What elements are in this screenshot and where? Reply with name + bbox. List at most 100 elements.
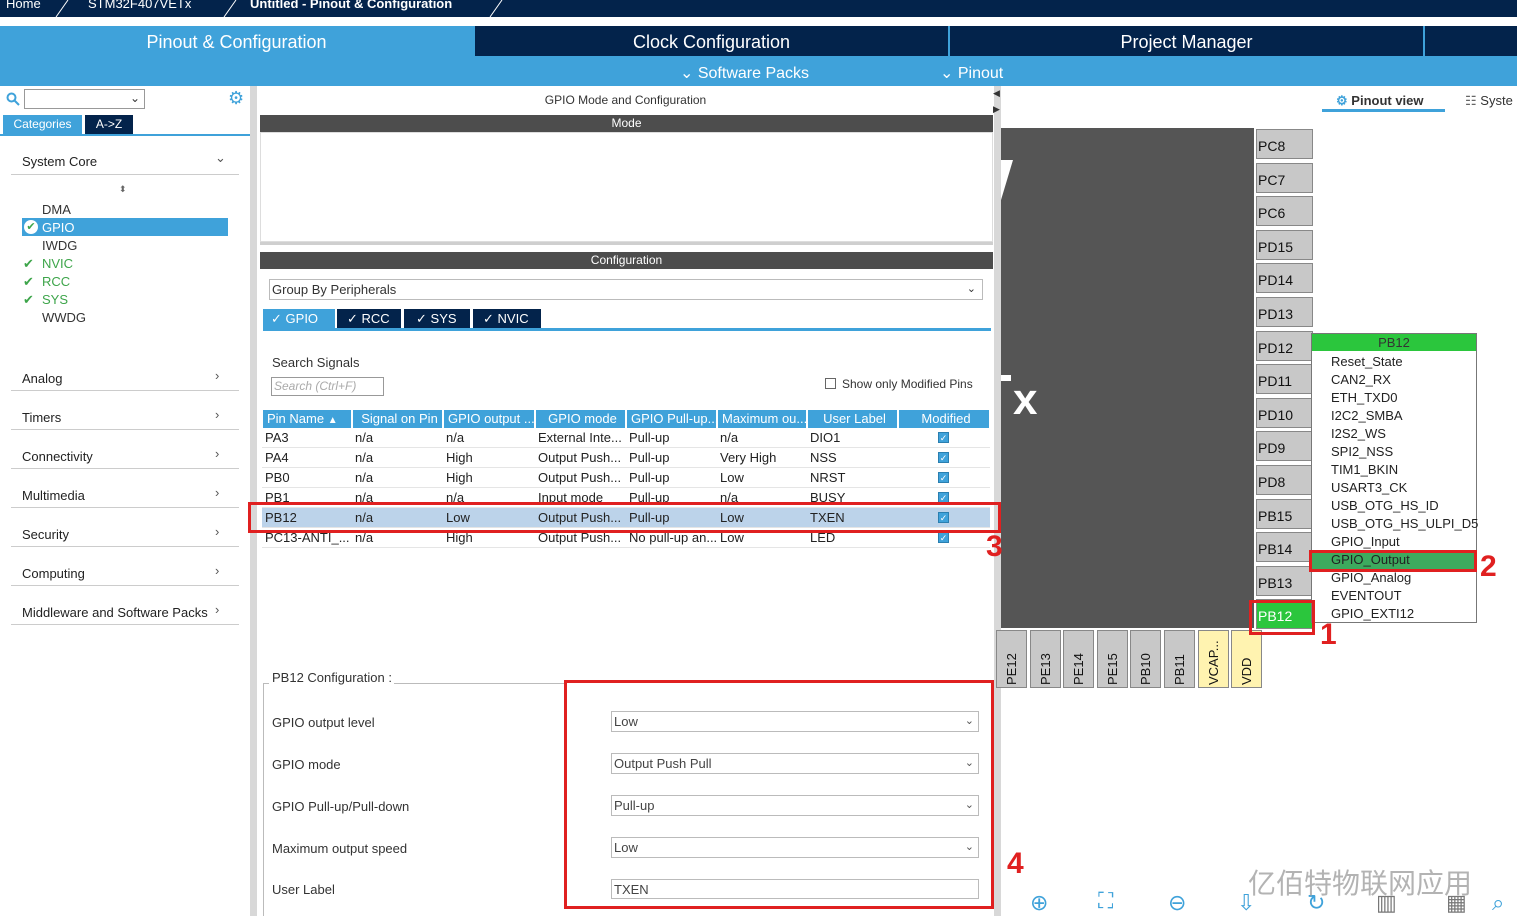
- pin-bottom[interactable]: PB11: [1164, 630, 1195, 688]
- tab-gpio[interactable]: ✓ GPIO: [263, 309, 335, 328]
- category-multimedia[interactable]: Multimedia: [22, 488, 85, 503]
- category-connectivity[interactable]: Connectivity: [22, 449, 93, 464]
- sub-item-wwdg[interactable]: WWDG: [42, 310, 86, 325]
- pin-pb15[interactable]: PB15: [1256, 498, 1313, 529]
- tab-project-manager[interactable]: Project Manager: [950, 26, 1423, 56]
- pin-pd15[interactable]: PD15: [1256, 229, 1313, 260]
- gear-icon[interactable]: ⚙: [228, 88, 244, 109]
- pin-pc7[interactable]: PC7: [1256, 162, 1313, 193]
- tab-clock-configuration[interactable]: Clock Configuration: [475, 26, 948, 56]
- menu-item-gpio-exti12[interactable]: GPIO_EXTI12: [1331, 606, 1414, 621]
- breadcrumb-home[interactable]: Home: [6, 0, 41, 11]
- modified-checkbox[interactable]: ✓: [938, 472, 949, 483]
- pin-bottom[interactable]: PE13: [1029, 630, 1061, 688]
- breadcrumb-device[interactable]: STM32F407VETx: [88, 0, 191, 11]
- splitter-left[interactable]: [250, 86, 257, 916]
- col-user-label[interactable]: User Label: [808, 410, 897, 428]
- chevron-down-icon[interactable]: ⌄: [215, 150, 226, 166]
- pin-bottom[interactable]: VCAP...: [1197, 630, 1229, 688]
- menu-item-gpio-input[interactable]: GPIO_Input: [1331, 534, 1400, 549]
- sort-icon[interactable]: ⬍: [119, 184, 127, 195]
- menu-item-tim1-bkin[interactable]: TIM1_BKIN: [1331, 462, 1398, 477]
- tab-categories[interactable]: Categories: [3, 115, 82, 134]
- modified-checkbox[interactable]: ✓: [938, 432, 949, 443]
- pin-pd12[interactable]: PD12: [1256, 330, 1313, 361]
- col-gpio-mode[interactable]: GPIO mode: [536, 410, 625, 428]
- modified-checkbox[interactable]: ✓: [938, 532, 949, 543]
- tab-sys[interactable]: ✓ SYS: [404, 309, 470, 328]
- pin-bottom[interactable]: PE12: [996, 630, 1027, 688]
- zoom-out-icon[interactable]: ⊖: [1168, 890, 1186, 916]
- category-middleware[interactable]: Middleware and Software Packs: [22, 605, 208, 620]
- collapse-left-icon[interactable]: ◀: [993, 88, 1000, 99]
- pin-pd10[interactable]: PD10: [1256, 397, 1313, 428]
- col-pull[interactable]: GPIO Pull-up...: [627, 410, 716, 428]
- menu-item-i2s2-ws[interactable]: I2S2_WS: [1331, 426, 1386, 441]
- fit-screen-icon[interactable]: ⛶: [1098, 888, 1113, 914]
- search-chip-icon[interactable]: ⌕: [1492, 890, 1504, 916]
- chevron-right-icon[interactable]: ›: [215, 368, 219, 383]
- pin-pd13[interactable]: PD13: [1256, 297, 1313, 327]
- chevron-right-icon[interactable]: ›: [215, 407, 219, 422]
- zoom-in-icon[interactable]: ⊕: [1030, 890, 1048, 916]
- category-analog[interactable]: Analog: [22, 371, 62, 386]
- col-signal[interactable]: Signal on Pin: [353, 410, 442, 428]
- search-signals-input[interactable]: Search (Ctrl+F): [271, 377, 384, 396]
- collapse-right-icon[interactable]: ▶: [993, 104, 1000, 115]
- sub-item-gpio[interactable]: GPIO: [42, 220, 75, 235]
- menu-item-eventout[interactable]: EVENTOUT: [1331, 588, 1402, 603]
- pinout-menu[interactable]: ⌄ Pinout: [940, 63, 1003, 83]
- pinout-view-tab[interactable]: ⚙ Pinout view: [1336, 93, 1424, 109]
- col-pin-name[interactable]: Pin Name ▲: [263, 410, 351, 428]
- chevron-right-icon[interactable]: ›: [215, 563, 219, 578]
- pin-pd14[interactable]: PD14: [1256, 263, 1313, 294]
- menu-item-usart3-ck[interactable]: USART3_CK: [1331, 480, 1407, 495]
- menu-item-eth-txd0[interactable]: ETH_TXD0: [1331, 390, 1397, 405]
- pin-bottom[interactable]: PB10: [1130, 630, 1162, 688]
- pin-pd11[interactable]: PD11: [1256, 364, 1313, 395]
- category-search-input[interactable]: ⌄: [24, 89, 145, 109]
- pin-bottom[interactable]: PE14: [1063, 630, 1095, 688]
- menu-item-usb-otg-hs-ulpi-d5[interactable]: USB_OTG_HS_ULPI_D5: [1331, 516, 1478, 531]
- system-view-tab[interactable]: ☷ Syste: [1465, 93, 1513, 109]
- category-security[interactable]: Security: [22, 527, 69, 542]
- pin-pc8[interactable]: PC8: [1256, 129, 1313, 159]
- menu-item-usb-otg-hs-id[interactable]: USB_OTG_HS_ID: [1331, 498, 1439, 513]
- show-modified-checkbox[interactable]: [825, 378, 836, 389]
- pin-pd9[interactable]: PD9: [1256, 431, 1313, 462]
- menu-item-reset-state[interactable]: Reset_State: [1331, 354, 1403, 369]
- col-modified[interactable]: Modified: [899, 410, 989, 428]
- tab-rcc[interactable]: ✓ RCC: [337, 309, 401, 328]
- pin-bottom[interactable]: VDD: [1231, 630, 1263, 688]
- chevron-right-icon[interactable]: ›: [215, 485, 219, 500]
- category-computing[interactable]: Computing: [22, 566, 85, 581]
- chevron-right-icon[interactable]: ›: [215, 602, 219, 617]
- sub-item-rcc[interactable]: RCC: [42, 274, 70, 289]
- pin-pb13[interactable]: PB13: [1256, 565, 1313, 596]
- pin-pd8[interactable]: PD8: [1256, 465, 1313, 495]
- pin-pc6[interactable]: PC6: [1256, 196, 1313, 227]
- menu-item-gpio-analog[interactable]: GPIO_Analog: [1331, 570, 1411, 585]
- breadcrumb-project[interactable]: Untitled - Pinout & Configuration: [250, 0, 452, 11]
- col-gpio-output[interactable]: GPIO output ...: [444, 410, 534, 428]
- divider[interactable]: [260, 242, 993, 245]
- chevron-right-icon[interactable]: ›: [215, 446, 219, 461]
- pin-bottom[interactable]: PE15: [1096, 630, 1128, 688]
- category-system-core[interactable]: System Core: [22, 154, 97, 169]
- sub-item-dma[interactable]: DMA: [42, 202, 71, 217]
- chevron-right-icon[interactable]: ›: [215, 524, 219, 539]
- sub-item-sys[interactable]: SYS: [42, 292, 68, 307]
- sub-item-nvic[interactable]: NVIC: [42, 256, 73, 271]
- tab-a-z[interactable]: A->Z: [85, 115, 133, 134]
- tab-pinout-configuration[interactable]: Pinout & Configuration: [0, 26, 473, 56]
- sub-item-iwdg[interactable]: IWDG: [42, 238, 77, 253]
- group-by-select[interactable]: Group By Peripherals ⌄: [269, 279, 983, 300]
- menu-item-i2c2-smba[interactable]: I2C2_SMBA: [1331, 408, 1403, 423]
- category-timers[interactable]: Timers: [22, 410, 61, 425]
- splitter-right[interactable]: [994, 86, 1001, 916]
- modified-checkbox[interactable]: ✓: [938, 452, 949, 463]
- pin-pb14[interactable]: PB14: [1256, 532, 1313, 563]
- software-packs-menu[interactable]: ⌄ Software Packs: [680, 63, 809, 83]
- col-max-speed[interactable]: Maximum ou...: [718, 410, 806, 428]
- tab-nvic[interactable]: ✓ NVIC: [473, 309, 541, 328]
